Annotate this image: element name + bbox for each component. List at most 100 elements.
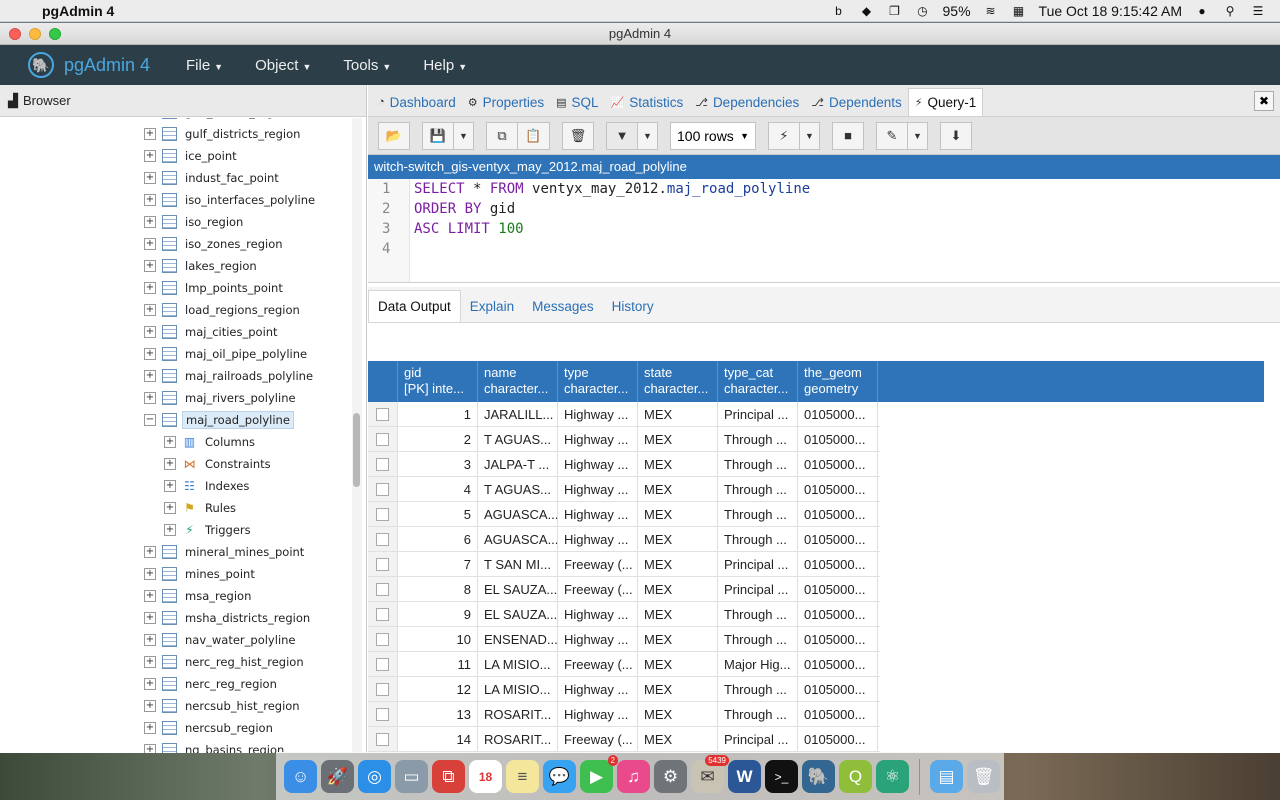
cell-name[interactable]: T SAN MI... — [478, 552, 558, 576]
menubar-app-name[interactable]: pgAdmin 4 — [42, 3, 114, 19]
cell-type-cat[interactable]: Through ... — [718, 602, 798, 626]
expand-toggle-icon[interactable]: + — [164, 480, 176, 492]
cell-the-geom[interactable]: 0105000... — [798, 727, 878, 751]
cell-type-cat[interactable]: Through ... — [718, 427, 798, 451]
row-checkbox[interactable] — [368, 677, 398, 701]
filter-dropdown-button[interactable]: ▼ — [638, 121, 658, 150]
expand-toggle-icon[interactable]: + — [144, 656, 156, 668]
finder-icon[interactable]: ☺ — [284, 760, 317, 793]
expand-toggle-icon[interactable]: + — [164, 436, 176, 448]
tree-item-nerc-reg-hist-region[interactable]: + nerc_reg_hist_region — [144, 652, 307, 672]
result-tab-explain[interactable]: Explain — [461, 290, 523, 322]
cell-type-cat[interactable]: Through ... — [718, 477, 798, 501]
flag-icon[interactable]: ▦ — [1011, 4, 1027, 18]
tree-scrollbar-thumb[interactable] — [353, 413, 360, 487]
tree-item-maj-road-polyline[interactable]: − maj_road_polyline — [144, 410, 294, 430]
tree-item-nav-water-polyline[interactable]: + nav_water_polyline — [144, 630, 299, 650]
cell-the-geom[interactable]: 0105000... — [798, 652, 878, 676]
table-row[interactable]: 4T AGUAS... Highway ... MEX Through ... 0105… — [368, 477, 880, 502]
tree-item-gulf-blocks-region[interactable]: +gulf_blocks_region — [144, 118, 294, 122]
expand-toggle-icon[interactable]: + — [144, 238, 156, 250]
tree-item-mines-point[interactable]: + mines_point — [144, 564, 258, 584]
cell-type[interactable]: Highway ... — [558, 527, 638, 551]
tab-properties[interactable]: ⚙ Properties — [462, 88, 550, 116]
expand-toggle-icon[interactable]: + — [144, 260, 156, 272]
expand-toggle-icon[interactable]: + — [144, 304, 156, 316]
cell-type[interactable]: Highway ... — [558, 702, 638, 726]
filter-icon[interactable]: ▼ — [606, 121, 638, 150]
expand-toggle-icon[interactable]: + — [144, 700, 156, 712]
row-checkbox[interactable] — [368, 702, 398, 726]
cell-name[interactable]: EL SAUZA... — [478, 577, 558, 601]
cell-state[interactable]: MEX — [638, 527, 718, 551]
cell-the-geom[interactable]: 0105000... — [798, 552, 878, 576]
column-header-state[interactable]: state character... — [638, 361, 718, 402]
tree-item-nerc-reg-region[interactable]: + nerc_reg_region — [144, 674, 280, 694]
cell-gid[interactable]: 3 — [398, 452, 478, 476]
cell-name[interactable]: LA MISIO... — [478, 677, 558, 701]
cell-the-geom[interactable]: 0105000... — [798, 602, 878, 626]
dropbox-icon[interactable]: ◆ — [859, 4, 875, 18]
save-dropdown-button[interactable]: ▼ — [454, 121, 474, 150]
table-row[interactable]: 3 JALPA-T ... Highway ... MEX Through ... 010… — [368, 452, 880, 477]
cell-type[interactable]: Freeway (... — [558, 727, 638, 751]
cell-the-geom[interactable]: 0105000... — [798, 702, 878, 726]
cell-state[interactable]: MEX — [638, 452, 718, 476]
expand-toggle-icon[interactable]: + — [144, 568, 156, 580]
spotlight-icon[interactable]: ⚲ — [1222, 4, 1238, 18]
tree-item-lakes-region[interactable]: + lakes_region — [144, 256, 260, 276]
cell-gid[interactable]: 8 — [398, 577, 478, 601]
cell-state[interactable]: MEX — [638, 502, 718, 526]
row-checkbox[interactable] — [368, 477, 398, 501]
expand-toggle-icon[interactable]: + — [144, 128, 156, 140]
expand-toggle-icon[interactable]: + — [144, 634, 156, 646]
table-row[interactable]: 6 AGUASCA... Highway ... MEX Through ... 0105… — [368, 527, 880, 552]
cell-type[interactable]: Highway ... — [558, 477, 638, 501]
tree-item-msa-region[interactable]: + msa_region — [144, 586, 254, 606]
tree-item-gulf-districts-region[interactable]: + gulf_districts_region — [144, 124, 303, 144]
cell-state[interactable]: MEX — [638, 427, 718, 451]
expand-toggle-icon[interactable]: + — [144, 216, 156, 228]
expand-toggle-icon[interactable]: + — [144, 172, 156, 184]
table-row[interactable]: 13 ROSARIT... Highway ... MEX Through ... 010… — [368, 702, 880, 727]
calendar-icon[interactable]: 18 — [469, 760, 502, 793]
sql-editor[interactable]: 1 2 3 4 SELECT * FROM ventyx_may_2012.ma… — [368, 179, 1280, 283]
tree-item-iso-zones-region[interactable]: + iso_zones_region — [144, 234, 286, 254]
table-row[interactable]: 5 AGUASCA... Highway ... MEX Through ... 0105… — [368, 502, 880, 527]
tree-item-maj-cities-point[interactable]: + maj_cities_point — [144, 322, 281, 342]
cell-type-cat[interactable]: Through ... — [718, 627, 798, 651]
table-row[interactable]: 8 EL SAUZA... Freeway (... MEX Principal ...… — [368, 577, 880, 602]
row-checkbox[interactable] — [368, 452, 398, 476]
cell-type[interactable]: Freeway (... — [558, 552, 638, 576]
paste-button[interactable]: 📋 — [518, 121, 550, 150]
table-row[interactable]: 7T SAN MI... Freeway (... MEX Principal ...… — [368, 552, 880, 577]
row-checkbox[interactable] — [368, 727, 398, 751]
cell-the-geom[interactable]: 0105000... — [798, 477, 878, 501]
cell-the-geom[interactable]: 0105000... — [798, 527, 878, 551]
expand-toggle-icon[interactable]: + — [164, 458, 176, 470]
row-checkbox[interactable] — [368, 652, 398, 676]
cell-name[interactable]: T AGUAS... — [478, 427, 558, 451]
cell-name[interactable]: LA MISIO... — [478, 652, 558, 676]
cell-type[interactable]: Highway ... — [558, 627, 638, 651]
window-icon[interactable]: ❐ — [887, 4, 903, 18]
cell-state[interactable]: MEX — [638, 402, 718, 426]
launchpad-icon[interactable]: 🚀 — [321, 760, 354, 793]
safari-icon[interactable]: ◎ — [358, 760, 391, 793]
menu-tools[interactable]: Tools ▼ — [327, 57, 407, 74]
messages-icon[interactable]: 💬 — [543, 760, 576, 793]
cell-type[interactable]: Highway ... — [558, 602, 638, 626]
user-icon[interactable]: ● — [1194, 4, 1210, 18]
brand[interactable]: 🐘 pgAdmin 4 — [0, 52, 170, 78]
cell-state[interactable]: MEX — [638, 652, 718, 676]
cell-gid[interactable]: 9 — [398, 602, 478, 626]
cell-the-geom[interactable]: 0105000... — [798, 677, 878, 701]
menu-help[interactable]: Help ▼ — [407, 57, 483, 74]
mail-icon[interactable]: ✉ 5439 — [691, 755, 729, 793]
table-row[interactable]: 14 ROSARIT... Freeway (... MEX Principal ...… — [368, 727, 880, 752]
cell-type[interactable]: Highway ... — [558, 402, 638, 426]
cell-gid[interactable]: 2 — [398, 427, 478, 451]
word-icon[interactable]: W — [728, 760, 761, 793]
row-checkbox[interactable] — [368, 552, 398, 576]
cell-type-cat[interactable]: Through ... — [718, 452, 798, 476]
